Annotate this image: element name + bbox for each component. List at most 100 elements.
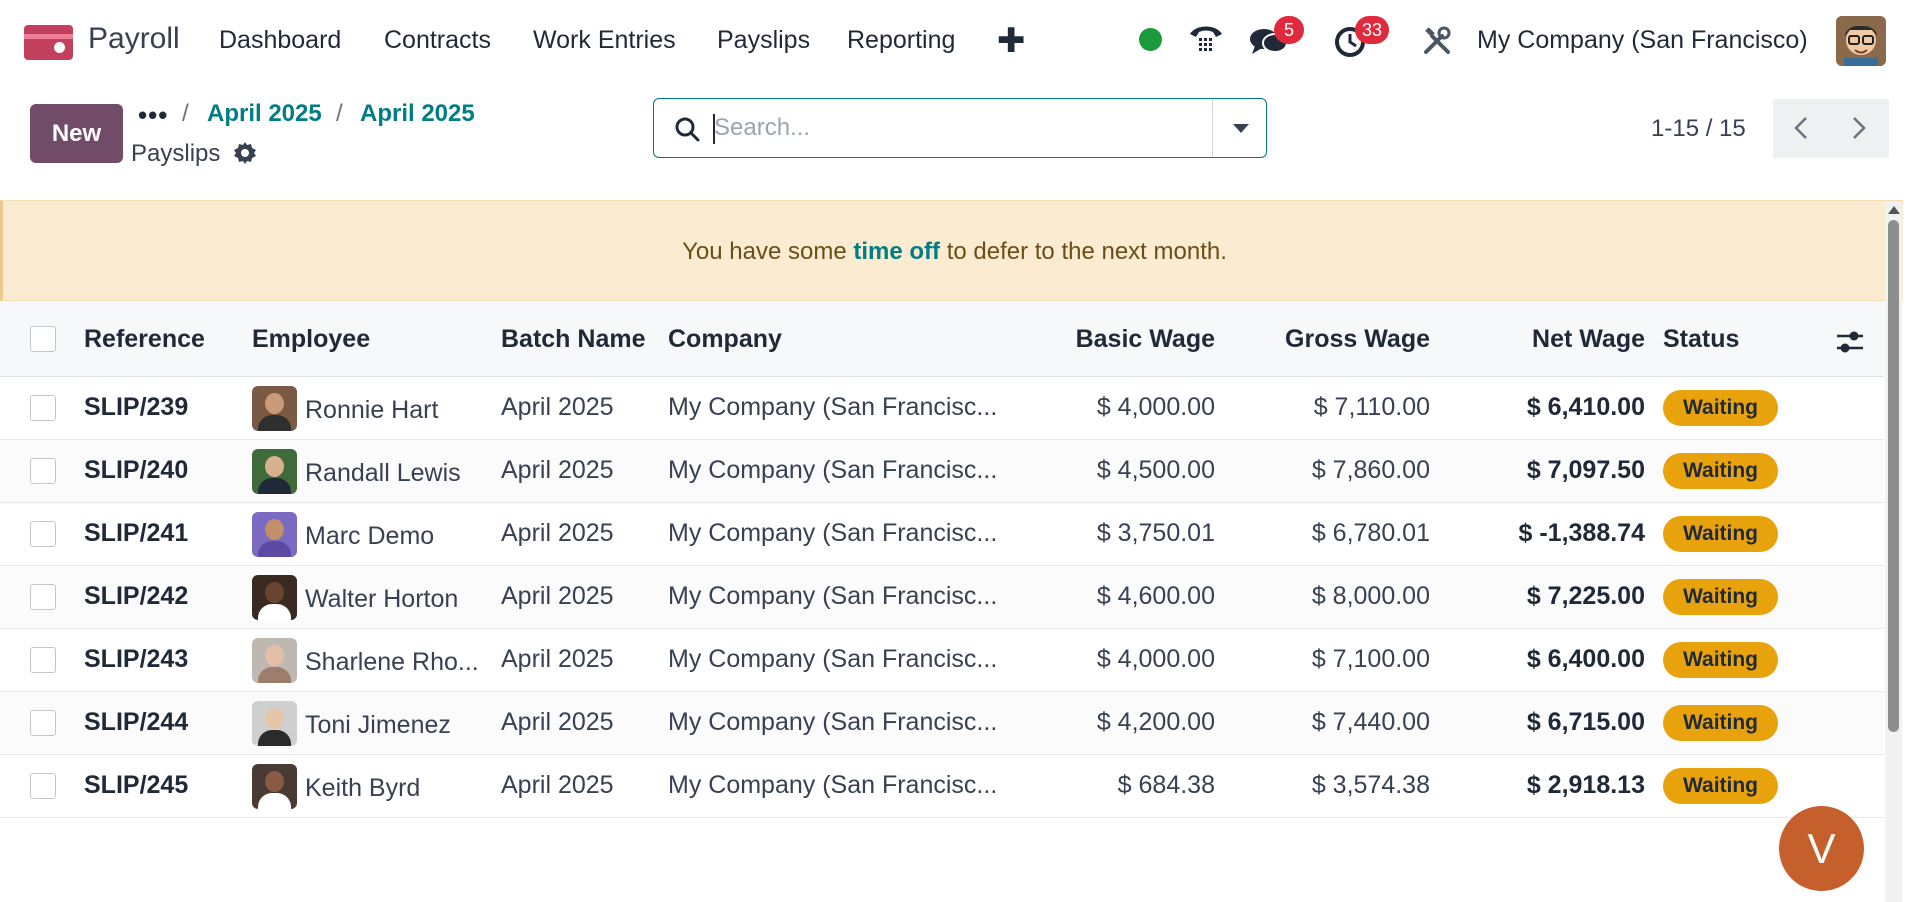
chevron-right-icon [1853,117,1866,139]
table-row[interactable]: SLIP/244 Toni Jimenez April 2025 My Company… [0,692,1884,755]
page-title: Payslips [131,140,221,167]
row-checkbox[interactable] [30,458,56,484]
table-row[interactable]: SLIP/243 Sharlene Rho... April 2025 My Comp… [0,629,1884,692]
cell-company: My Company (San Francisc... [668,645,998,673]
table-row[interactable]: SLIP/241 Marc Demo April 2025 My Company (S… [0,503,1884,566]
cell-basic-wage: $ 684.38 [1117,771,1215,799]
payslips-table: Reference Employee Batch Name Company Ba… [0,301,1884,902]
vertical-scrollbar[interactable] [1885,202,1902,902]
cell-gross-wage: $ 7,100.00 [1311,645,1430,673]
status-badge: Waiting [1663,705,1778,741]
status-badge: Waiting [1663,768,1778,804]
column-net-wage[interactable]: Net Wage [1532,325,1645,354]
row-checkbox[interactable] [30,584,56,610]
cell-reference: SLIP/241 [84,519,189,547]
employee-avatar [252,449,297,494]
cell-gross-wage: $ 8,000.00 [1311,582,1430,610]
row-checkbox[interactable] [30,710,56,736]
breadcrumb-separator: / [336,100,343,127]
cell-net-wage: $ 6,410.00 [1526,393,1645,421]
menu-payslips[interactable]: Payslips [717,26,810,55]
menu-contracts[interactable]: Contracts [384,26,491,55]
company-switcher[interactable]: My Company (San Francisco) [1477,26,1808,55]
row-checkbox[interactable] [30,773,56,799]
cell-gross-wage: $ 7,110.00 [1313,393,1430,421]
employee-avatar [252,512,297,557]
pager-next-button[interactable] [1831,99,1889,158]
table-header: Reference Employee Batch Name Company Ba… [0,301,1884,377]
column-settings-icon[interactable] [1836,329,1864,362]
cell-gross-wage: $ 7,860.00 [1311,456,1430,484]
status-badge: Waiting [1663,579,1778,615]
cell-net-wage: $ -1,388.74 [1518,519,1646,547]
cell-basic-wage: $ 4,600.00 [1096,582,1215,610]
table-row[interactable]: SLIP/245 Keith Byrd April 2025 My Company (… [0,755,1884,818]
search-bar [653,98,1267,158]
breadcrumb-separator: / [182,100,189,127]
column-status[interactable]: Status [1663,325,1739,354]
pager-value[interactable]: 1-15 / 15 [1651,115,1746,143]
row-checkbox[interactable] [30,395,56,421]
menu-work-entries[interactable]: Work Entries [533,26,676,55]
user-avatar[interactable] [1836,16,1886,66]
app-name[interactable]: Payroll [88,22,180,56]
cell-employee: Toni Jimenez [305,711,451,739]
employee-avatar [252,764,297,809]
employee-avatar [252,386,297,431]
plus-icon[interactable]: ✚ [997,21,1026,61]
presence-status-icon[interactable] [1139,28,1162,51]
scroll-up-arrow-icon[interactable] [1888,206,1900,214]
employee-avatar [252,575,297,620]
cell-company: My Company (San Francisc... [668,771,998,799]
cell-net-wage: $ 6,715.00 [1526,708,1645,736]
row-checkbox[interactable] [30,647,56,673]
cell-employee: Keith Byrd [305,774,421,802]
gear-icon[interactable] [233,141,257,172]
phone-icon[interactable] [1188,22,1224,63]
cell-batch-name: April 2025 [501,582,614,610]
cell-employee: Sharlene Rho... [305,648,477,676]
cell-employee: Walter Horton [305,585,459,613]
column-reference[interactable]: Reference [84,325,205,354]
employee-avatar [252,638,297,683]
table-row[interactable]: SLIP/242 Walter Horton April 2025 My Compan… [0,566,1884,629]
chat-bubble-button[interactable]: V [1779,806,1864,891]
cell-reference: SLIP/239 [84,393,189,421]
column-basic-wage[interactable]: Basic Wage [1076,325,1215,354]
menu-reporting[interactable]: Reporting [847,26,955,55]
cell-net-wage: $ 2,918.13 [1526,771,1645,799]
search-options-toggle[interactable] [1213,99,1267,157]
cell-basic-wage: $ 3,750.01 [1096,519,1215,547]
tools-icon[interactable] [1422,26,1452,63]
status-badge: Waiting [1663,516,1778,552]
row-checkbox[interactable] [30,521,56,547]
cell-employee: Randall Lewis [305,459,461,487]
more-actions-button[interactable]: ••• [138,100,168,131]
cell-reference: SLIP/240 [84,456,189,484]
select-all-checkbox[interactable] [30,326,56,352]
cell-basic-wage: $ 4,000.00 [1096,393,1215,421]
breadcrumb-item-2[interactable]: April 2025 [360,100,475,128]
cell-company: My Company (San Francisc... [668,582,998,610]
chevron-left-icon [1794,117,1807,139]
table-row[interactable]: SLIP/239 Ronnie Hart April 2025 My Company … [0,377,1884,440]
cell-batch-name: April 2025 [501,519,614,547]
breadcrumb-item-1[interactable]: April 2025 [207,100,322,128]
new-button[interactable]: New [30,104,123,163]
table-row[interactable]: SLIP/240 Randall Lewis April 2025 My Compan… [0,440,1884,503]
payroll-app-icon[interactable] [24,25,73,60]
cell-gross-wage: $ 7,440.00 [1311,708,1430,736]
time-off-alert: You have some time off to defer to the n… [0,200,1903,301]
scrollbar-thumb[interactable] [1888,220,1899,732]
column-batch-name[interactable]: Batch Name [501,325,646,354]
column-employee[interactable]: Employee [252,325,370,354]
search-input[interactable] [714,111,1254,145]
cell-company: My Company (San Francisc... [668,708,998,736]
column-company[interactable]: Company [668,325,782,354]
cell-company: My Company (San Francisc... [668,393,998,421]
caret-down-icon [1233,124,1249,133]
pager-previous-button[interactable] [1773,99,1831,158]
column-gross-wage[interactable]: Gross Wage [1285,325,1430,354]
time-off-link[interactable]: time off [853,238,940,265]
menu-dashboard[interactable]: Dashboard [219,26,341,55]
